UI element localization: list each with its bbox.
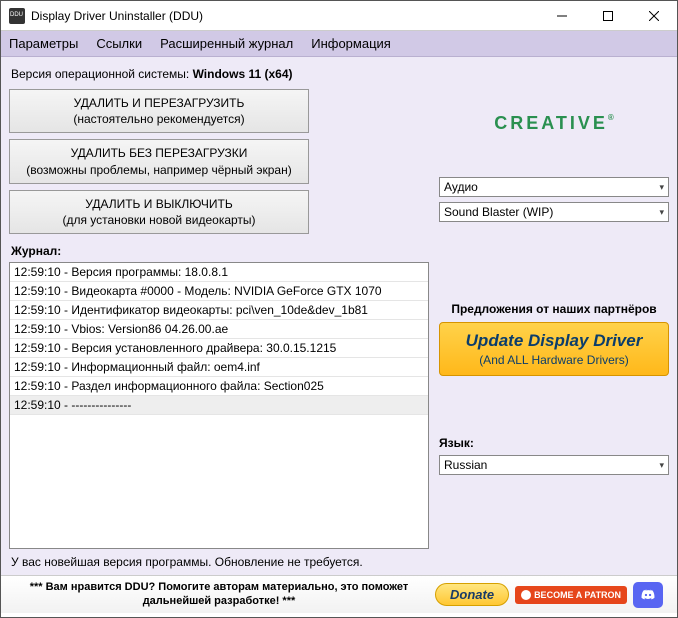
partners-label: Предложения от наших партнёров [439,302,669,316]
left-column: Версия операционной системы: Windows 11 … [9,63,429,571]
footer-text: *** Вам нравится DDU? Помогите авторам м… [9,581,429,609]
journal-label: Журнал: [11,244,429,258]
device-value: Sound Blaster (WIP) [444,205,553,219]
clean-norestart-label: УДАЛИТЬ БЕЗ ПЕРЕЗАГРУЗКИ [16,145,302,161]
right-column: CREATIVE® Аудио ▾ Sound Blaster (WIP) ▾ … [439,63,669,571]
language-value: Russian [444,458,487,472]
clean-norestart-sublabel: (возможны проблемы, например чёрный экра… [16,162,302,178]
maximize-button[interactable] [585,1,631,31]
log-row[interactable]: 12:59:10 - Раздел информационного файла:… [10,377,428,396]
clean-restart-sublabel: (настоятельно рекомендуется) [16,111,302,127]
donate-button[interactable]: Donate [435,583,509,606]
chevron-down-icon: ▾ [659,460,664,471]
os-version-line: Версия операционной системы: Windows 11 … [9,63,429,89]
clean-shutdown-label: УДАЛИТЬ И ВЫКЛЮЧИТЬ [16,196,302,212]
language-dropdown[interactable]: Russian ▾ [439,455,669,475]
vendor-logo-reg: ® [608,113,614,122]
titlebar: Display Driver Uninstaller (DDU) [1,1,677,31]
maximize-icon [603,11,613,21]
vendor-logo-text: CREATIVE [494,113,608,133]
menubar: Параметры Ссылки Расширенный журнал Инфо… [1,31,677,57]
app-icon [9,8,25,24]
log-row[interactable]: 12:59:10 - Версия программы: 18.0.8.1 [10,263,428,282]
vendor-logo: CREATIVE® [439,113,669,134]
menu-links[interactable]: Ссылки [94,34,144,53]
status-line: У вас новейшая версия программы. Обновле… [9,549,429,571]
footer: *** Вам нравится DDU? Помогите авторам м… [1,575,677,613]
close-button[interactable] [631,1,677,31]
log-row[interactable]: 12:59:10 - Идентификатор видеокарты: pci… [10,301,428,320]
minimize-button[interactable] [539,1,585,31]
update-driver-button[interactable]: Update Display Driver (And ALL Hardware … [439,322,669,376]
clean-restart-label: УДАЛИТЬ И ПЕРЕЗАГРУЗИТЬ [16,95,302,111]
clean-shutdown-button[interactable]: УДАЛИТЬ И ВЫКЛЮЧИТЬ (для установки новой… [9,190,309,234]
log-box[interactable]: 12:59:10 - Версия программы: 18.0.8.1 12… [9,262,429,549]
clean-norestart-button[interactable]: УДАЛИТЬ БЕЗ ПЕРЕЗАГРУЗКИ (возможны пробл… [9,139,309,183]
language-label: Язык: [439,436,669,450]
patreon-label: BECOME A PATRON [534,590,621,600]
device-type-dropdown[interactable]: Аудио ▾ [439,177,669,197]
log-row[interactable]: 12:59:10 - Версия установленного драйвер… [10,339,428,358]
log-row[interactable]: 12:59:10 - Видеокарта #0000 - Модель: NV… [10,282,428,301]
update-driver-label: Update Display Driver [446,331,662,351]
chevron-down-icon: ▾ [659,207,664,218]
log-row[interactable]: 12:59:10 - Vbios: Version86 04.26.00.ae [10,320,428,339]
menu-params[interactable]: Параметры [7,34,80,53]
os-version-label: Версия операционной системы: [11,67,193,81]
device-type-value: Аудио [444,180,478,194]
close-icon [649,11,659,21]
log-row[interactable]: 12:59:10 - --------------- [10,396,428,415]
menu-info[interactable]: Информация [309,34,393,53]
device-dropdown[interactable]: Sound Blaster (WIP) ▾ [439,202,669,222]
patreon-button[interactable]: BECOME A PATRON [515,586,627,604]
window-title: Display Driver Uninstaller (DDU) [31,9,539,23]
os-version-value: Windows 11 (x64) [193,67,293,81]
menu-extended-log[interactable]: Расширенный журнал [158,34,295,53]
clean-restart-button[interactable]: УДАЛИТЬ И ПЕРЕЗАГРУЗИТЬ (настоятельно ре… [9,89,309,133]
clean-shutdown-sublabel: (для установки новой видеокарты) [16,212,302,228]
update-driver-sublabel: (And ALL Hardware Drivers) [446,353,662,367]
discord-button[interactable] [633,582,663,608]
chevron-down-icon: ▾ [659,182,664,193]
discord-icon [639,588,657,602]
patreon-icon [521,590,531,600]
content-area: Версия операционной системы: Windows 11 … [1,57,677,575]
log-row[interactable]: 12:59:10 - Информационный файл: oem4.inf [10,358,428,377]
minimize-icon [557,11,567,21]
